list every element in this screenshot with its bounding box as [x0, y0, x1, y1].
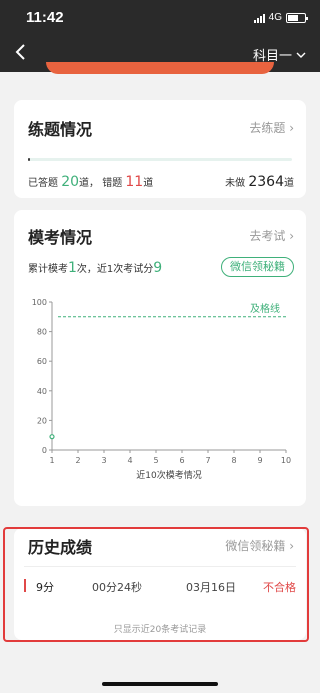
- go-practice-link[interactable]: 去练题 ›: [249, 119, 294, 136]
- pass-line-label: 及格线: [250, 302, 280, 315]
- status-time: 11:42: [26, 9, 64, 26]
- chevron-down-icon: [296, 52, 306, 58]
- wrong-count: 11: [125, 174, 144, 190]
- answered-count: 20: [61, 174, 80, 190]
- mock-score-chart: 0 20 40 60 80 100 1 2 3 4 5 6 7 8 9 10 近10次模考情况 及格线: [32, 298, 291, 481]
- start-button-edge[interactable]: [46, 62, 274, 74]
- home-indicator: [102, 682, 218, 686]
- y-tick-label: 80: [37, 328, 47, 337]
- y-tick-label: 0: [42, 446, 47, 455]
- y-tick-label: 60: [37, 357, 47, 366]
- x-tick-label: 9: [257, 456, 262, 465]
- go-exam-link[interactable]: 去考试 ›: [249, 227, 294, 244]
- last-score: 9: [153, 260, 163, 276]
- undone-stats: 未做 2364道: [225, 174, 294, 190]
- x-axis-title: 近10次模考情况: [136, 469, 201, 481]
- practice-progress-fill: [28, 158, 31, 161]
- signal-icon: [253, 13, 265, 23]
- x-tick-label: 2: [75, 456, 80, 465]
- mock-count: 1: [68, 260, 77, 276]
- x-tick-label: 3: [101, 456, 106, 465]
- practice-card: 练题情况 去练题 › 已答题 20道， 错题 11道 未做 2364道: [14, 100, 306, 198]
- practice-progress-bar: [28, 158, 292, 161]
- undone-count: 2364: [248, 174, 284, 190]
- x-tick-label: 5: [153, 456, 158, 465]
- x-tick-label: 8: [231, 456, 236, 465]
- x-tick-label: 10: [281, 456, 291, 465]
- highlight-frame: [3, 527, 309, 642]
- back-arrow-icon[interactable]: [12, 42, 30, 62]
- status-bar: 11:42 4G: [0, 0, 320, 34]
- mock-title: 模考情况: [28, 228, 93, 247]
- y-tick-label: 100: [32, 298, 47, 307]
- y-tick-label: 40: [37, 387, 47, 396]
- practice-title: 练题情况: [28, 120, 93, 139]
- y-tick-label: 20: [37, 416, 47, 425]
- wechat-tips-button[interactable]: 微信领秘籍: [221, 257, 294, 277]
- mock-exam-card: 模考情况 去考试 › 累计模考1次，近1次考试分9 微信领秘籍 0 20 40 60 8…: [14, 210, 306, 506]
- answered-stats: 已答题 20道， 错题 11道: [28, 174, 154, 190]
- x-tick-label: 7: [205, 456, 210, 465]
- x-tick-label: 4: [127, 456, 132, 465]
- mock-summary: 累计模考1次，近1次考试分9: [28, 260, 163, 276]
- network-type: 4G: [268, 12, 282, 23]
- data-point: [49, 434, 55, 440]
- x-tick-label: 1: [49, 456, 54, 465]
- x-tick-label: 6: [179, 456, 184, 465]
- battery-icon: [286, 12, 308, 23]
